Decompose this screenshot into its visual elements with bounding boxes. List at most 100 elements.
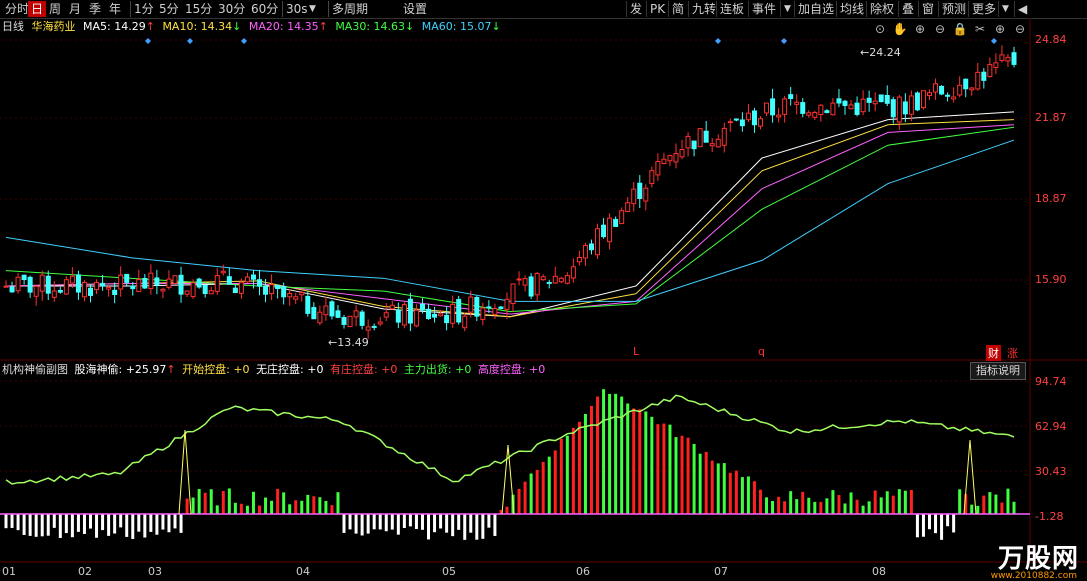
indicator-bar xyxy=(28,514,32,536)
indicator-bar xyxy=(746,476,750,514)
indicator-bar xyxy=(976,505,980,514)
indicator-bar xyxy=(420,514,424,530)
indicator-bar xyxy=(577,421,581,514)
indicator-bar xyxy=(258,505,262,514)
indicator-start-control: 开始控盘: +0 xyxy=(182,363,250,376)
indicator-bar xyxy=(300,500,304,514)
indicator-bar xyxy=(837,495,841,514)
indicator-bar xyxy=(620,396,624,514)
price-tick: 24.84 xyxy=(1035,33,1067,46)
indicator-bar xyxy=(372,514,376,530)
indicator-bar xyxy=(227,488,231,514)
indicator-bar xyxy=(64,514,68,534)
indicator-bar xyxy=(909,489,913,514)
watermark-url: www.2010882.com xyxy=(990,571,1077,581)
candle-body xyxy=(534,272,540,296)
indicator-bar xyxy=(101,514,105,531)
candle-body xyxy=(275,284,281,290)
indicator-bar xyxy=(903,490,907,514)
candle-body xyxy=(462,315,468,329)
indicator-bar xyxy=(245,505,249,514)
candle-body xyxy=(902,101,908,115)
indicator-bar xyxy=(505,506,509,514)
indicator-bar xyxy=(952,514,956,533)
candle-body xyxy=(945,94,951,97)
indicator-bar xyxy=(76,514,80,532)
candle-body xyxy=(552,275,558,284)
candle-body xyxy=(100,282,106,287)
indicator-bar xyxy=(360,514,364,536)
candle-body xyxy=(196,278,202,288)
indicator-explain-button[interactable]: 指标说明 xyxy=(970,362,1026,380)
candle-body xyxy=(939,85,945,95)
candle-body xyxy=(655,160,661,176)
candle-body xyxy=(69,275,75,284)
month-label: 02 xyxy=(78,565,92,578)
candle-body xyxy=(335,310,341,318)
indicator-bar xyxy=(921,514,925,537)
candle-body xyxy=(299,292,305,296)
indicator-main-value: 股海神偷: +25.97↑ xyxy=(74,363,176,376)
indicator-bar xyxy=(469,514,473,533)
limit-up-badge[interactable]: 涨 xyxy=(1007,345,1018,361)
indicator-title[interactable]: 机构神偷副图 xyxy=(2,363,68,376)
candle-body xyxy=(751,110,757,126)
indicator-bar xyxy=(427,514,431,540)
indicator-bar xyxy=(390,514,394,530)
candle-body xyxy=(359,311,365,326)
candle-body xyxy=(794,101,800,105)
indicator-bar xyxy=(843,503,847,514)
indicator-bar xyxy=(547,456,551,514)
indicator-bar xyxy=(801,491,805,514)
indicator-bar xyxy=(752,481,756,514)
candle-body xyxy=(238,281,244,294)
indicator-bar xyxy=(813,501,817,514)
candle-body xyxy=(920,90,926,109)
candle-body xyxy=(896,96,902,123)
indicator-bar xyxy=(819,501,823,514)
indicator-no-dealer: 无庄控盘: +0 xyxy=(256,363,324,376)
indicator-bar xyxy=(487,514,491,528)
candle-body xyxy=(697,128,703,148)
month-label: 04 xyxy=(296,565,310,578)
month-label: 07 xyxy=(714,565,728,578)
indicator-bar xyxy=(879,497,883,514)
indicator-bar xyxy=(215,505,219,514)
indicator-bar xyxy=(758,489,762,514)
candle-body xyxy=(516,278,522,281)
candle-body xyxy=(395,309,401,323)
indicator-bar xyxy=(342,514,346,533)
indicator-bar xyxy=(771,500,775,514)
indicator-bar xyxy=(855,499,859,514)
candle-body xyxy=(661,158,667,164)
indicator-bar xyxy=(330,505,334,514)
indicator-bar xyxy=(614,393,618,514)
candle-body xyxy=(202,284,208,295)
indicator-bar xyxy=(312,496,316,514)
indicator-bar xyxy=(632,408,636,514)
indicator-bar xyxy=(336,492,340,514)
indicator-bar xyxy=(765,497,769,514)
candle-body xyxy=(679,149,685,158)
candle-body xyxy=(619,210,625,225)
indicator-legend: 机构神偷副图 股海神偷: +25.97↑ 开始控盘: +0 无庄控盘: +0 有… xyxy=(2,363,548,377)
indicator-bar xyxy=(602,389,606,514)
indicator-bar xyxy=(481,514,485,539)
indicator-bar xyxy=(777,496,781,514)
kline-chart[interactable] xyxy=(0,0,1087,581)
indicator-bar xyxy=(264,497,268,514)
indicator-bar xyxy=(179,514,183,533)
indicator-bar xyxy=(644,411,648,514)
candle-body xyxy=(353,310,359,318)
indicator-bar xyxy=(125,514,129,537)
candle-body xyxy=(287,292,293,298)
indicator-bar xyxy=(650,416,654,514)
month-label: 01 xyxy=(2,565,16,578)
price-tick: 15.90 xyxy=(1035,273,1067,286)
finance-badge[interactable]: 财 xyxy=(986,345,1001,361)
candle-body xyxy=(269,284,275,295)
signal-label-q: q xyxy=(758,345,765,358)
candle-body xyxy=(389,304,395,310)
indicator-bar xyxy=(674,437,678,514)
candle-body xyxy=(492,308,498,315)
